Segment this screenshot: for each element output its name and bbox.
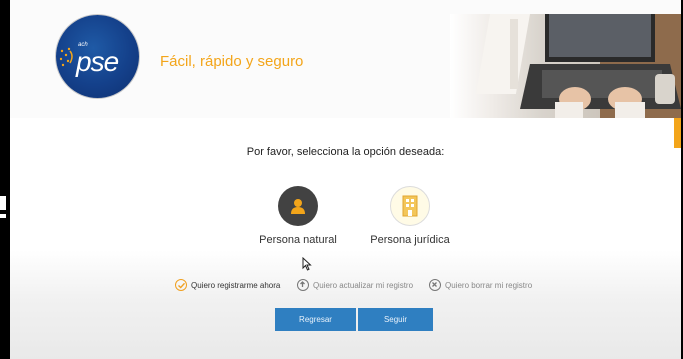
pse-logo: ach pse bbox=[56, 15, 139, 98]
person-icon bbox=[291, 199, 305, 214]
person-icon-circle bbox=[278, 186, 318, 226]
prompt-text: Por favor, selecciona la opción deseada: bbox=[246, 146, 445, 158]
regresar-button[interactable]: Regresar bbox=[275, 308, 356, 331]
check-circle-icon bbox=[175, 279, 187, 291]
accent-tab bbox=[674, 118, 681, 148]
option-persona-natural[interactable]: Persona natural bbox=[243, 186, 353, 246]
left-edge-mark bbox=[0, 196, 6, 210]
radio-label: Quiero actualizar mi registro bbox=[313, 280, 414, 290]
pse-registration-page: ach pse Fácil, rápido y seguro Por favor… bbox=[10, 0, 681, 359]
tagline: Fácil, rápido y seguro bbox=[160, 53, 304, 70]
seguir-button[interactable]: Seguir bbox=[358, 308, 433, 331]
logo-pse-text: pse bbox=[76, 46, 119, 77]
option-persona-juridica[interactable]: Persona jurídica bbox=[355, 186, 465, 246]
header: ach pse Fácil, rápido y seguro bbox=[10, 0, 681, 118]
building-icon bbox=[402, 195, 418, 217]
up-arrow-circle-icon bbox=[297, 279, 309, 291]
radio-registrarme[interactable]: Quiero registrarme ahora bbox=[175, 279, 280, 291]
laptop-typing-photo bbox=[450, 14, 681, 118]
option-label: Persona jurídica bbox=[370, 234, 450, 246]
radio-label: Quiero registrarme ahora bbox=[191, 280, 281, 290]
radio-actualizar[interactable]: Quiero actualizar mi registro bbox=[297, 279, 413, 291]
mouse-cursor-icon bbox=[302, 257, 312, 271]
building-icon-circle bbox=[390, 186, 430, 226]
x-circle-icon bbox=[429, 279, 441, 291]
left-edge-mark-dot bbox=[0, 214, 6, 218]
laptop-photo-illustration bbox=[475, 14, 681, 118]
radio-label: Quiero borrar mi registro bbox=[445, 280, 533, 290]
option-label: Persona natural bbox=[259, 234, 337, 246]
radio-borrar[interactable]: Quiero borrar mi registro bbox=[429, 279, 532, 291]
